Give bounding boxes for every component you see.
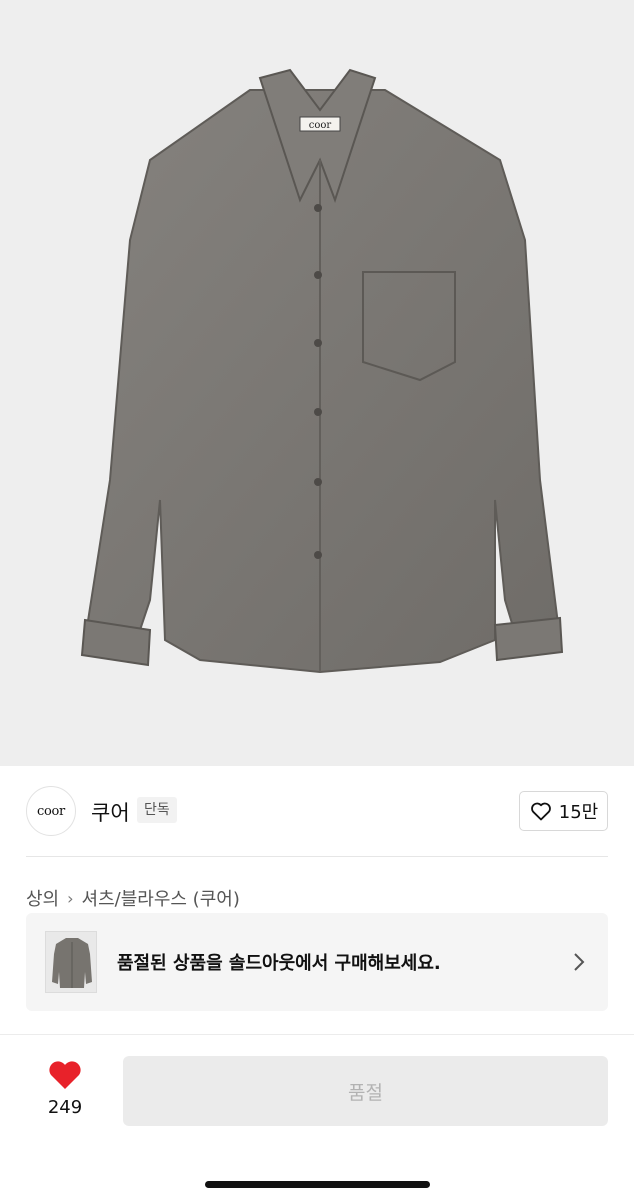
heart-outline-icon xyxy=(530,802,551,821)
breadcrumb-item-category[interactable]: 상의 xyxy=(26,885,59,911)
brand-logo[interactable]: coor xyxy=(26,786,76,836)
soldout-banner[interactable]: 품절된 상품을 솔드아웃에서 구매해보세요. xyxy=(26,913,608,1011)
chevron-right-icon xyxy=(574,953,585,971)
home-indicator xyxy=(205,1181,430,1188)
bottom-bar: 249 품절 xyxy=(0,1034,634,1200)
soldout-button[interactable]: 품절 xyxy=(123,1056,608,1126)
brand-name[interactable]: 쿠어 xyxy=(91,797,130,827)
brand-logo-text: coor xyxy=(37,803,65,819)
soldout-banner-text: 품절된 상품을 솔드아웃에서 구매해보세요. xyxy=(117,953,441,974)
shirt-illustration: coor xyxy=(80,68,564,674)
brand-row: coor 쿠어 단독 15만 xyxy=(0,766,634,856)
heart-filled-icon[interactable] xyxy=(47,1059,83,1091)
brand-like-count: 15만 xyxy=(558,802,599,823)
breadcrumb-item-subcategory[interactable]: 셔츠/블라우스 (쿠어) xyxy=(82,885,240,911)
exclusive-badge: 단독 xyxy=(137,797,177,823)
brand-like-button[interactable]: 15만 xyxy=(519,791,608,831)
chevron-right-icon: › xyxy=(67,888,74,908)
breadcrumb: 상의 › 셔츠/블라우스 (쿠어) xyxy=(26,885,240,911)
collar-label-text: coor xyxy=(309,120,332,131)
product-thumbnail xyxy=(45,931,97,993)
wish-count: 249 xyxy=(47,1097,83,1118)
product-image[interactable]: coor xyxy=(0,0,634,766)
divider xyxy=(26,856,608,857)
